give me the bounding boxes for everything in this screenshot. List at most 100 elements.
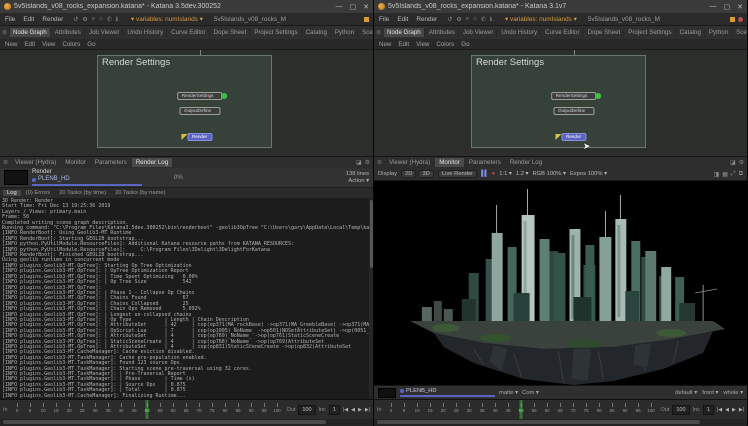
catalog-dropdown[interactable]: front ▾ [702, 390, 718, 396]
live-render-button[interactable]: Live Render [438, 170, 477, 178]
outputdefine-node[interactable]: OutputDefine [179, 107, 220, 115]
pane-tab[interactable]: Dope Sheet [585, 28, 625, 37]
nodegraph-menu-item[interactable]: View [42, 41, 55, 48]
timeline-out-field[interactable]: 100 [672, 405, 689, 415]
catalog-dropdown[interactable]: whole ▾ [723, 390, 743, 396]
toolbar-icon[interactable]: ⌕ [466, 16, 469, 23]
timeline-inc-field[interactable]: 1 [703, 405, 714, 415]
panel-tab[interactable]: Parameters [91, 158, 131, 167]
pane-tab[interactable]: Scene Gr [359, 28, 373, 37]
channel-select[interactable]: RGB 100% ▾ [532, 171, 566, 177]
panel-tab[interactable]: Monitor [61, 158, 90, 167]
view-flag-icon[interactable] [221, 93, 227, 99]
nodegraph-canvas-left[interactable]: Render Settings RenderSettings OutputDef… [0, 50, 373, 156]
render-node[interactable]: Render [187, 133, 212, 141]
pin-icon[interactable]: ◪ [356, 159, 362, 166]
render-thumbnail[interactable] [4, 170, 28, 185]
pane-tab[interactable]: Project Settings [625, 28, 675, 37]
exposure-select[interactable]: Expos 100% ▾ [570, 171, 607, 177]
outputdefine-node[interactable]: OutputDefine [553, 107, 594, 115]
log-tab[interactable]: (0) Errors [22, 190, 54, 196]
window-control-button[interactable]: ✕ [737, 3, 743, 11]
window-control-button[interactable]: ✕ [363, 3, 369, 11]
pane-tab[interactable]: Dope Sheet [211, 28, 251, 37]
titlebar-right[interactable]: 5v5Islands_v08_rocks_expansion.katana* -… [374, 0, 747, 13]
timeline-scrollbar-thumb[interactable] [3, 420, 326, 424]
nodegraph-menu-item[interactable]: Colors [436, 41, 454, 48]
rendersettings-node[interactable]: RenderSettings [177, 92, 223, 100]
toolbar-icon[interactable]: ⚙ [82, 16, 87, 23]
pane-tab[interactable]: Project Settings [251, 28, 301, 37]
pane-tab[interactable]: Catalog [677, 28, 705, 37]
log-scrollbar[interactable] [369, 198, 373, 399]
pane-tab[interactable]: Python [332, 28, 358, 37]
render-log-output[interactable]: 3D Render: Render Start Time: Fri Dec 13… [0, 198, 373, 399]
transport-button[interactable]: ▶ [358, 407, 362, 413]
toolbar-icon[interactable]: ⌂ [99, 16, 103, 23]
transport-button[interactable]: ▶ [732, 407, 736, 413]
log-tab[interactable]: 20 Tasks (by name) [111, 190, 169, 196]
gain-select[interactable]: 1.2 ▾ [516, 171, 529, 177]
log-scrollbar-thumb[interactable] [370, 200, 373, 268]
toolbar-icon[interactable]: ⚙ [456, 16, 461, 23]
timeline-inc-field[interactable]: 1 [329, 405, 340, 415]
catalog-thumbnail[interactable] [378, 388, 396, 398]
expand-icon[interactable]: ⤢ [731, 171, 736, 178]
menu-item[interactable]: Render [415, 16, 438, 23]
pin-icon[interactable]: ◪ [730, 159, 736, 166]
catalog-item[interactable]: PLENB_HD [400, 388, 495, 397]
toolbar-icon[interactable]: ℹ [116, 16, 118, 23]
window-control-button[interactable]: ▢ [350, 3, 357, 11]
toolbar-icon[interactable]: ↺ [447, 16, 452, 23]
toolbar-icon[interactable]: ⌕ [92, 16, 95, 23]
catalog-dropdown[interactable]: default ▾ [675, 390, 697, 396]
panel-tab[interactable]: Render Log [506, 158, 546, 167]
pane-tab[interactable]: Attributes [426, 28, 459, 37]
pause-icon[interactable]: ▌▌ [481, 171, 488, 177]
menu-item[interactable]: Edit [396, 16, 409, 23]
pane-tab[interactable]: Attributes [52, 28, 85, 37]
pane-tab[interactable]: Job Viewer [86, 28, 124, 37]
zoom-select[interactable]: 1:1 ▾ [499, 171, 512, 177]
pane-tab[interactable]: Undo History [124, 28, 167, 37]
toolbar-icon[interactable]: ✆ [481, 16, 486, 23]
catalog-dropdown[interactable]: Com ▾ [522, 390, 539, 396]
pane-tab[interactable]: Scene Gr [733, 28, 747, 37]
toolbar-icon[interactable]: ⌂ [473, 16, 477, 23]
view-flag-icon[interactable] [595, 93, 601, 99]
pane-tab[interactable]: Python [706, 28, 732, 37]
transport-button[interactable]: ◀ [725, 407, 729, 413]
record-icon[interactable]: ● [492, 171, 496, 177]
snapshot-icon[interactable]: ⧉ [739, 171, 743, 178]
window-control-button[interactable]: ▢ [724, 3, 731, 11]
monitor-viewport[interactable] [374, 181, 747, 385]
dimension-button[interactable]: 2D [401, 170, 416, 178]
pane-tab[interactable]: Node Graph [10, 28, 51, 37]
variables-button[interactable]: ▾ variables: numIslands ▾ [131, 15, 203, 23]
pane-tab[interactable]: Undo History [498, 28, 541, 37]
transport-button[interactable]: ◀ [351, 407, 355, 413]
menu-item[interactable]: File [4, 16, 16, 23]
dimension-button[interactable]: 3D [418, 170, 433, 178]
pane-tab[interactable]: Job Viewer [460, 28, 498, 37]
log-tab[interactable]: Log [3, 190, 21, 196]
panel-tab[interactable]: Monitor [435, 158, 464, 167]
transport-button[interactable]: |◀ [343, 407, 348, 413]
nodegraph-canvas-right[interactable]: Render Settings RenderSettings OutputDef… [374, 50, 747, 156]
toolbar-icon[interactable]: ℹ [490, 16, 492, 23]
menu-item[interactable]: Render [41, 16, 64, 23]
compare-icon[interactable]: ◨ [714, 171, 720, 178]
render-node[interactable]: Render [561, 133, 586, 141]
scene-file-button[interactable]: 5v5Islands_v08_rocks_M [214, 16, 286, 23]
menu-item[interactable]: File [378, 16, 390, 23]
titlebar-left[interactable]: 5v5Islands_v08_rocks_expansion.katana* -… [0, 0, 373, 13]
grid-icon[interactable]: ▦ [722, 171, 728, 178]
nodegraph-menu-item[interactable]: Go [87, 41, 95, 48]
transport-button[interactable]: |◀ [717, 407, 722, 413]
action-dropdown[interactable]: Action ▾ [346, 178, 369, 185]
gear-icon[interactable]: ⚙ [739, 159, 744, 166]
panel-tab[interactable]: Viewer (Hydra) [11, 158, 60, 167]
timeline-scrollbar[interactable] [0, 419, 373, 426]
transport-button[interactable]: ▶| [739, 407, 744, 413]
variables-button[interactable]: ▾ variables: numIslands ▾ [505, 15, 577, 23]
